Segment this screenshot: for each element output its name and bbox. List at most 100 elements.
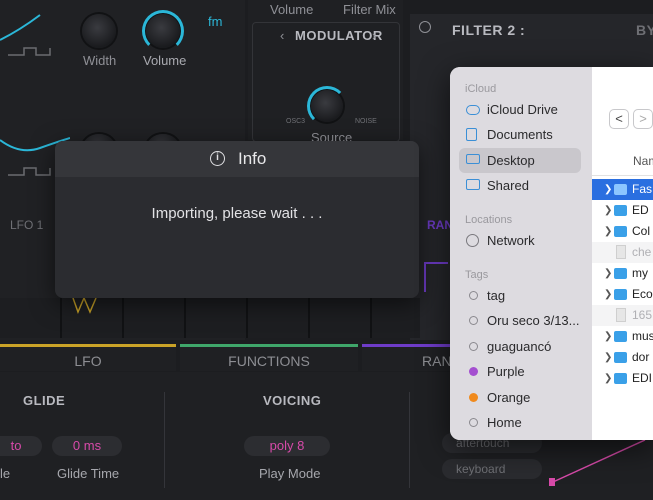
sidebar-item-label: tag	[487, 288, 506, 303]
file-name: EDI	[632, 371, 653, 385]
sidebar-item-shared[interactable]: Shared	[459, 173, 581, 198]
file-name: Eco	[632, 287, 653, 301]
cloud-icon	[466, 105, 480, 115]
file-row[interactable]: ❯ my	[592, 263, 653, 284]
lfo-steps	[0, 298, 420, 338]
folder-icon	[614, 184, 627, 195]
globe-icon	[466, 234, 479, 247]
source-knob-ring	[307, 86, 347, 126]
waveform-display-top	[0, 14, 51, 56]
file-icon	[616, 308, 626, 322]
tags-section-header: Tags	[465, 269, 489, 281]
sidebar-item-desktop[interactable]: Desktop	[459, 148, 581, 173]
info-dialog-title: Info	[238, 149, 267, 168]
folder-icon	[614, 373, 627, 384]
file-row[interactable]: ❯ dor	[592, 347, 653, 368]
power-icon[interactable]	[419, 21, 431, 33]
disclosure-chevron-icon: ❯	[604, 184, 613, 195]
file-name: ED	[632, 203, 649, 217]
sidebar-tag-orange[interactable]: Orange	[459, 385, 581, 410]
modulator-next-arrow[interactable]: ›	[372, 28, 376, 43]
file-row[interactable]: ❯ EDI	[592, 368, 653, 389]
volume-top-label: Volume	[270, 2, 314, 17]
sidebar-item-network[interactable]: Network	[459, 228, 581, 253]
file-name: my	[632, 266, 648, 280]
folder-icon	[614, 226, 627, 237]
glide-mode-label: le	[0, 466, 11, 481]
modulator-prev-arrow[interactable]: ‹	[280, 28, 284, 43]
folder-icon	[614, 289, 627, 300]
sidebar-item-label: Shared	[487, 178, 529, 193]
sidebar-item-label: Desktop	[487, 153, 535, 168]
disclosure-chevron-icon: ❯	[604, 331, 613, 342]
sidebar-tag-oru-seco[interactable]: Oru seco 3/13...	[459, 308, 581, 333]
file-row[interactable]: ❯ ED	[592, 200, 653, 221]
file-row[interactable]: ❯ mus	[592, 326, 653, 347]
folder-icon	[614, 352, 627, 363]
width-label: Width	[83, 53, 117, 68]
disclosure-chevron-icon: ❯	[604, 373, 613, 384]
shared-folder-icon	[466, 179, 480, 190]
file-row[interactable]: ❯ Col	[592, 221, 653, 242]
folder-icon	[614, 331, 627, 342]
filter2-bypass[interactable]: BYP	[636, 22, 653, 38]
finder-window: iCloud iCloud Drive Documents Desktop Sh…	[450, 67, 653, 440]
divider-2	[409, 392, 410, 488]
sidebar-tag-tag[interactable]: tag	[459, 283, 581, 308]
sidebar-item-label: Documents	[487, 127, 553, 142]
file-row[interactable]: che	[592, 242, 653, 263]
glide-time-label: Glide Time	[57, 466, 120, 481]
finder-sidebar: iCloud iCloud Drive Documents Desktop Sh…	[450, 67, 592, 440]
purple-tag-dot-icon	[469, 367, 478, 376]
mod-source-keyboard[interactable]: keyboard	[442, 459, 542, 479]
file-icon	[616, 245, 626, 259]
file-name: che	[632, 245, 652, 259]
file-row[interactable]: ❯ Eco	[592, 284, 653, 305]
tab-lfo[interactable]: LFO	[0, 344, 176, 371]
column-header-name[interactable]: Nam	[633, 154, 653, 168]
file-name: Col	[632, 224, 651, 238]
filter-mix-label: Filter Mix	[343, 2, 396, 17]
disclosure-chevron-icon: ❯	[604, 226, 613, 237]
forward-button[interactable]: >	[633, 109, 653, 129]
back-button[interactable]: <	[609, 109, 629, 129]
modulator-title: MODULATOR	[295, 28, 383, 43]
sidebar-item-label: Purple	[487, 364, 525, 379]
file-row[interactable]: ❯ Fas	[592, 179, 653, 200]
info-dialog-header	[55, 141, 419, 177]
info-dialog-message: Importing, please wait . . .	[151, 205, 323, 222]
tag-dot-icon	[469, 316, 478, 325]
tag-dot-icon	[469, 342, 478, 351]
folder-icon	[614, 205, 627, 216]
glide-time-value[interactable]: 0 ms	[52, 436, 122, 456]
file-name: Fas	[632, 182, 653, 196]
glide-mode-value[interactable]: to	[0, 436, 42, 456]
play-mode-label: Play Mode	[259, 466, 321, 481]
modulator-right-label: NOISE	[355, 118, 377, 125]
glide-title: GLIDE	[23, 393, 66, 408]
fm-badge[interactable]: fm	[208, 14, 222, 29]
sidebar-tag-guaguanco[interactable]: guaguancó	[459, 334, 581, 359]
icloud-section-header: iCloud	[465, 83, 497, 95]
lfo-wave-mark	[72, 296, 97, 315]
disclosure-chevron-icon: ❯	[604, 289, 613, 300]
sidebar-item-icloud-drive[interactable]: iCloud Drive	[459, 97, 581, 122]
locations-section-header: Locations	[465, 214, 513, 226]
sidebar-tag-purple[interactable]: Purple	[459, 359, 581, 384]
voicing-title: VOICING	[263, 393, 322, 408]
width-knob[interactable]	[82, 14, 116, 48]
tag-dot-icon	[469, 291, 478, 300]
file-name: 165	[632, 308, 653, 322]
info-icon: i	[210, 151, 225, 166]
tab-functions[interactable]: FUNCTIONS	[180, 344, 358, 371]
lfo1-label: LFO 1	[10, 218, 44, 232]
info-dialog: i Info Importing, please wait . . .	[55, 141, 419, 298]
orange-tag-dot-icon	[469, 393, 478, 402]
tag-dot-icon	[469, 418, 478, 427]
sidebar-item-label: Orange	[487, 390, 531, 405]
play-mode-value[interactable]: poly 8	[244, 436, 330, 456]
sidebar-tag-home[interactable]: Home	[459, 410, 581, 435]
volume-knob-ring	[142, 10, 184, 52]
file-row[interactable]: 165	[592, 305, 653, 326]
sidebar-item-documents[interactable]: Documents	[459, 122, 581, 147]
